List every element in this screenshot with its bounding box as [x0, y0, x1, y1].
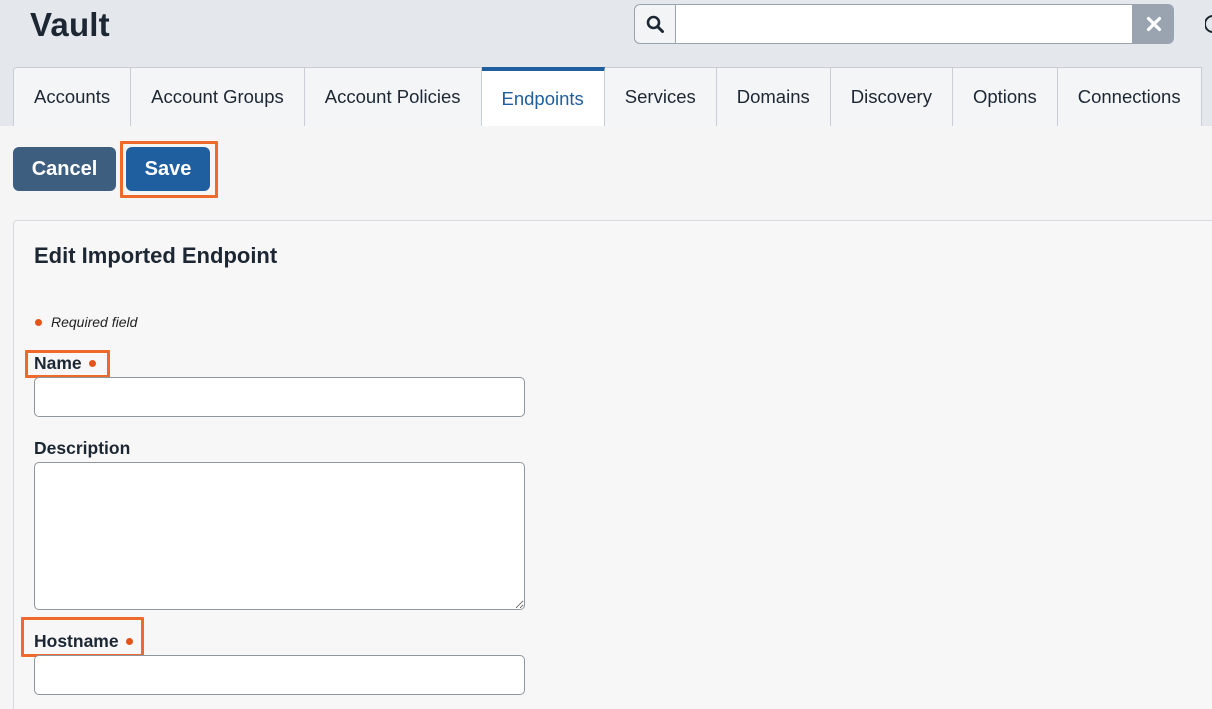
cancel-button[interactable]: Cancel [13, 147, 116, 191]
tab-services[interactable]: Services [604, 67, 717, 126]
name-field[interactable] [34, 377, 525, 417]
search-icon [646, 15, 664, 33]
required-field-note: Required field [35, 314, 137, 330]
tab-account-policies[interactable]: Account Policies [304, 67, 482, 126]
name-label-text: Name [34, 353, 82, 373]
tab-domains[interactable]: Domains [716, 67, 831, 126]
save-button[interactable]: Save [126, 147, 210, 191]
description-field[interactable] [34, 462, 525, 610]
tab-connections[interactable]: Connections [1057, 67, 1202, 126]
search-button[interactable] [634, 4, 675, 44]
user-menu-icon[interactable] [1205, 10, 1212, 38]
required-indicator-icon [35, 318, 42, 326]
name-label: Name [34, 353, 96, 374]
description-label-text: Description [34, 438, 131, 458]
hostname-field[interactable] [34, 655, 525, 695]
required-field-text: Required field [51, 314, 138, 330]
close-icon [1146, 16, 1161, 32]
search-bar [634, 4, 1174, 44]
app-title: Vault [30, 6, 110, 43]
page-title: Edit Imported Endpoint [34, 243, 278, 268]
search-input[interactable] [675, 4, 1133, 44]
tab-accounts[interactable]: Accounts [13, 67, 132, 126]
clear-search-button[interactable] [1133, 4, 1174, 44]
tab-account-groups[interactable]: Account Groups [131, 67, 305, 126]
tab-discovery[interactable]: Discovery [830, 67, 953, 126]
tab-bar: Accounts Account Groups Account Policies… [13, 67, 1202, 126]
description-label: Description [34, 438, 130, 459]
tab-options[interactable]: Options [952, 67, 1058, 126]
tab-endpoints[interactable]: Endpoints [481, 67, 605, 126]
required-indicator-icon [88, 360, 96, 367]
hostname-label-text: Hostname [34, 631, 119, 651]
required-indicator-icon [125, 638, 133, 645]
hostname-label: Hostname [34, 631, 133, 652]
